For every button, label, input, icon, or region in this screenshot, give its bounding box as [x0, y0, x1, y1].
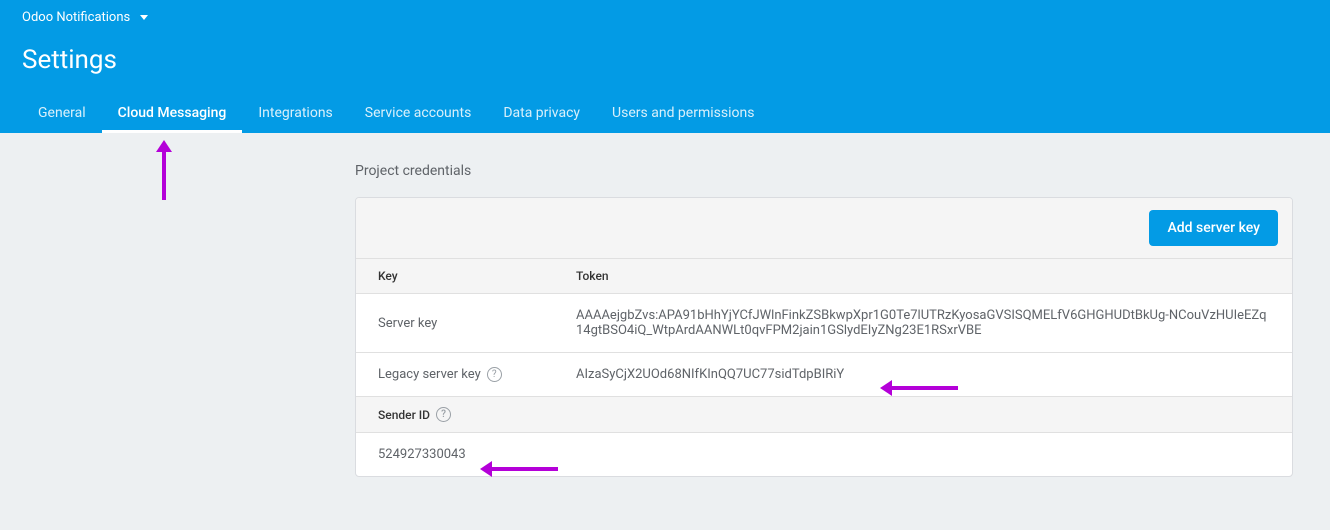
table-row-server-key: Server key AAAAejgbZvs:APA91bHhYjYCfJWln…	[356, 294, 1292, 353]
table-row-legacy-key: Legacy server key ? AIzaSyCjX2UOd68NIfKI…	[356, 353, 1292, 397]
credentials-table: Key Token Server key AAAAejgbZvs:APA91bH…	[356, 259, 1292, 476]
help-icon[interactable]: ?	[436, 407, 451, 422]
sender-id-header-text: Sender ID	[378, 408, 430, 422]
col-key: Key	[356, 259, 556, 294]
chevron-down-icon	[140, 15, 148, 20]
project-name: Odoo Notifications	[22, 10, 130, 25]
tab-data-privacy[interactable]: Data privacy	[487, 93, 596, 133]
card-actions: Add server key	[356, 198, 1292, 259]
legacy-key-label-text: Legacy server key	[378, 367, 481, 382]
tab-general[interactable]: General	[22, 93, 102, 133]
legacy-key-label: Legacy server key ?	[356, 353, 556, 397]
credentials-card: Add server key Key Token Server key AAAA…	[355, 197, 1293, 477]
project-selector[interactable]: Odoo Notifications	[0, 0, 1330, 35]
legacy-key-token: AIzaSyCjX2UOd68NIfKInQQ7UC77sidTdpBIRiY	[556, 353, 1292, 397]
server-key-token: AAAAejgbZvs:APA91bHhYjYCfJWlnFinkZSBkwpX…	[556, 294, 1292, 353]
col-token: Token	[556, 259, 1292, 294]
sender-id-row: 524927330043	[356, 433, 1292, 477]
tab-service-accounts[interactable]: Service accounts	[349, 93, 488, 133]
tab-cloud-messaging[interactable]: Cloud Messaging	[102, 93, 243, 133]
tabs-bar: General Cloud Messaging Integrations Ser…	[0, 93, 1330, 133]
section-title: Project credentials	[355, 163, 1293, 179]
sender-id-header-row: Sender ID ?	[356, 397, 1292, 433]
sender-id-header: Sender ID ?	[356, 397, 1292, 433]
add-server-key-button[interactable]: Add server key	[1149, 210, 1278, 246]
page-title: Settings	[0, 35, 1330, 93]
content-area: Project credentials Add server key Key T…	[0, 133, 1330, 507]
server-key-label: Server key	[356, 294, 556, 353]
help-icon[interactable]: ?	[487, 367, 502, 382]
project-credentials-section: Project credentials Add server key Key T…	[355, 163, 1293, 477]
tab-integrations[interactable]: Integrations	[242, 93, 348, 133]
tab-users-permissions[interactable]: Users and permissions	[596, 93, 770, 133]
sender-id-value: 524927330043	[356, 433, 1292, 477]
header-bar: Odoo Notifications Settings General Clou…	[0, 0, 1330, 133]
